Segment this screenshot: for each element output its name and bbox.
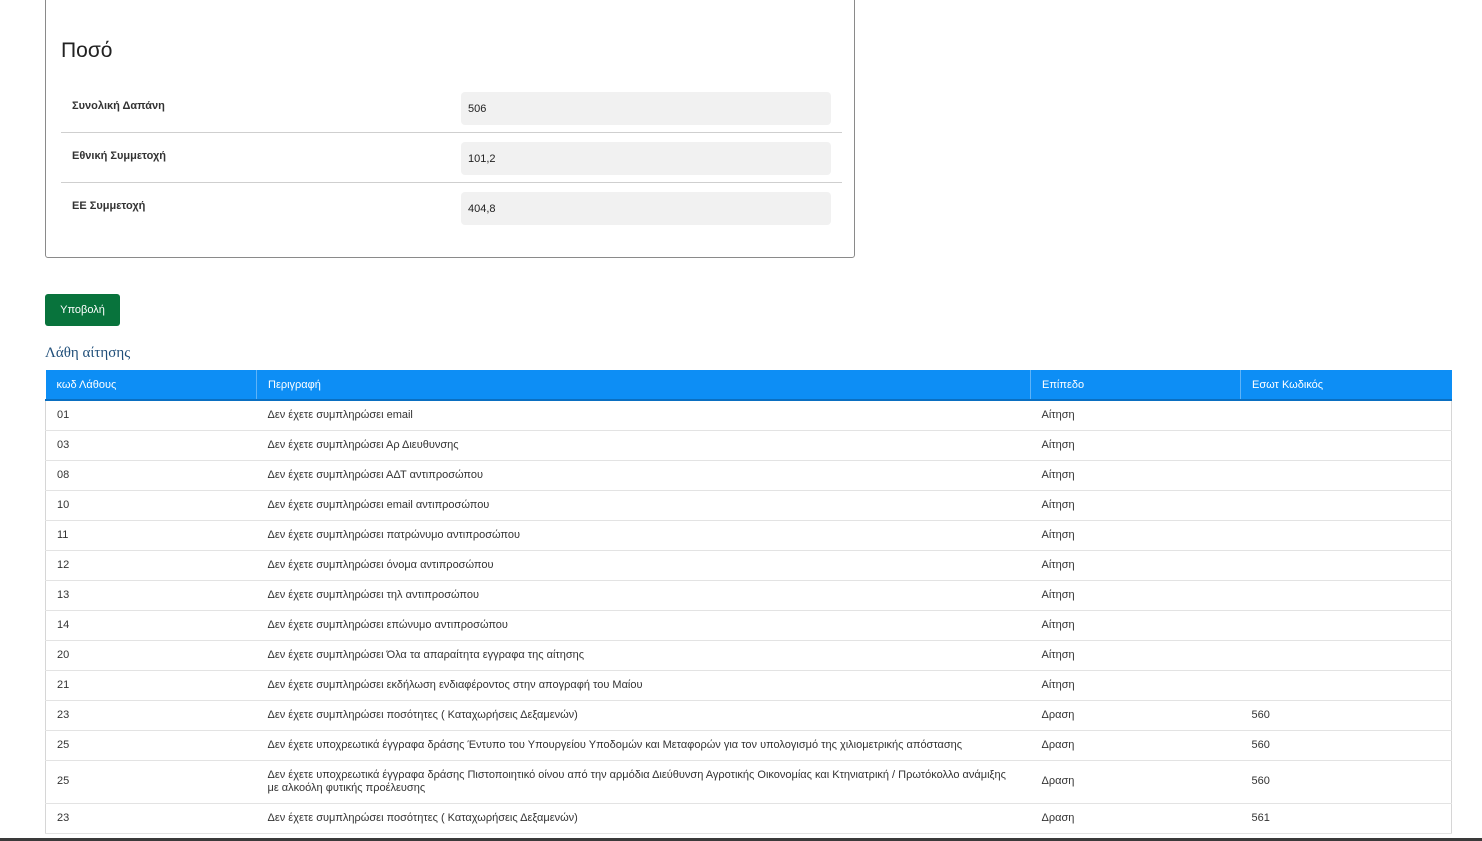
amount-panel: Ποσό Συνολική Δαπάνη Εθνική Συμμετοχή ΕΕ…: [45, 0, 855, 258]
error-code-cell: 20: [45, 640, 257, 671]
amount-title: Ποσό: [61, 39, 113, 62]
total-cost-field[interactable]: [461, 92, 831, 125]
level-cell: Αίτηση: [1030, 460, 1241, 491]
internal-code-cell: [1240, 610, 1452, 641]
description-cell: Δεν έχετε συμπληρώσει τηλ αντιπροσώπου: [256, 580, 1031, 611]
description-cell: Δεν έχετε συμπληρώσει πατρώνυμο αντιπροσ…: [256, 520, 1031, 551]
table-row: 25 Δεν έχετε υποχρεωτικά έγγραφα δράσης …: [45, 730, 1452, 761]
table-row: 14 Δεν έχετε συμπληρώσει επώνυμο αντιπρο…: [45, 610, 1452, 641]
error-code-cell: 21: [45, 670, 257, 701]
eu-share-field[interactable]: [461, 192, 831, 225]
table-row: 01 Δεν έχετε συμπληρώσει email Αίτηση: [45, 400, 1452, 431]
level-cell: Αίτηση: [1030, 490, 1241, 521]
error-code-cell: 08: [45, 460, 257, 491]
error-code-cell: 11: [45, 520, 257, 551]
level-cell: Αίτηση: [1030, 670, 1241, 701]
table-row: 03 Δεν έχετε συμπληρώσει Αρ Διευθυνσης Α…: [45, 430, 1452, 461]
internal-code-cell: 560: [1240, 760, 1452, 804]
internal-code-cell: [1240, 520, 1452, 551]
internal-code-cell: [1240, 460, 1452, 491]
level-cell: Δραση: [1030, 700, 1241, 731]
amount-label: Εθνική Συμμετοχή: [72, 150, 167, 162]
description-cell: Δεν έχετε συμπληρώσει Όλα τα απαραίτητα …: [256, 640, 1031, 671]
level-cell: Αίτηση: [1030, 580, 1241, 611]
table-row: 21 Δεν έχετε συμπληρώσει εκδήλωση ενδιαφ…: [45, 670, 1452, 701]
internal-code-cell: 561: [1240, 803, 1452, 834]
error-code-cell: 01: [45, 400, 257, 431]
level-cell: Αίτηση: [1030, 520, 1241, 551]
level-cell: Αίτηση: [1030, 400, 1241, 431]
error-code-cell: 23: [45, 700, 257, 731]
error-code-cell: 12: [45, 550, 257, 581]
column-header-internal-code[interactable]: Εσωτ Κωδικός: [1240, 370, 1452, 401]
level-cell: Αίτηση: [1030, 640, 1241, 671]
description-cell: Δεν έχετε συμπληρώσει ΑΔΤ αντιπροσώπου: [256, 460, 1031, 491]
amount-row-eu-share: ΕΕ Συμμετοχή: [61, 183, 842, 233]
column-header-level[interactable]: Επίπεδο: [1030, 370, 1241, 401]
submit-button[interactable]: Υποβολή: [45, 294, 120, 326]
level-cell: Δραση: [1030, 730, 1241, 761]
table-row: 10 Δεν έχετε συμπληρώσει email αντιπροσώ…: [45, 490, 1452, 521]
table-row: 20 Δεν έχετε συμπληρώσει Όλα τα απαραίτη…: [45, 640, 1452, 671]
internal-code-cell: [1240, 550, 1452, 581]
amount-row-national-share: Εθνική Συμμετοχή: [61, 133, 842, 183]
error-code-cell: 25: [45, 730, 257, 761]
level-cell: Δραση: [1030, 760, 1241, 804]
table-row: 23 Δεν έχετε συμπληρώσει ποσότητες ( Κατ…: [45, 803, 1452, 834]
table-row: 11 Δεν έχετε συμπληρώσει πατρώνυμο αντιπ…: [45, 520, 1452, 551]
error-code-cell: 25: [45, 760, 257, 804]
errors-table: κωδ Λάθους Περιγραφή Επίπεδο Εσωτ Κωδικό…: [45, 370, 1452, 834]
level-cell: Αίτηση: [1030, 610, 1241, 641]
description-cell: Δεν έχετε συμπληρώσει email: [256, 400, 1031, 431]
description-cell: Δεν έχετε συμπληρώσει επώνυμο αντιπροσώπ…: [256, 610, 1031, 641]
level-cell: Αίτηση: [1030, 430, 1241, 461]
level-cell: Αίτηση: [1030, 550, 1241, 581]
internal-code-cell: 560: [1240, 700, 1452, 731]
table-header-row: κωδ Λάθους Περιγραφή Επίπεδο Εσωτ Κωδικό…: [45, 370, 1452, 401]
amount-label: ΕΕ Συμμετοχή: [72, 200, 146, 212]
description-cell: Δεν έχετε συμπληρώσει όνομα αντιπροσώπου: [256, 550, 1031, 581]
description-cell: Δεν έχετε υποχρεωτικά έγγραφα δράσης Πισ…: [256, 760, 1031, 804]
column-header-description[interactable]: Περιγραφή: [256, 370, 1031, 401]
internal-code-cell: [1240, 400, 1452, 431]
internal-code-cell: [1240, 430, 1452, 461]
internal-code-cell: 560: [1240, 730, 1452, 761]
description-cell: Δεν έχετε συμπληρώσει Αρ Διευθυνσης: [256, 430, 1031, 461]
error-code-cell: 14: [45, 610, 257, 641]
description-cell: Δεν έχετε συμπληρώσει email αντιπροσώπου: [256, 490, 1031, 521]
level-cell: Δραση: [1030, 803, 1241, 834]
errors-title: Λάθη αίτησης: [45, 345, 131, 361]
description-cell: Δεν έχετε υποχρεωτικά έγγραφα δράσης Έντ…: [256, 730, 1031, 761]
description-cell: Δεν έχετε συμπληρώσει ποσότητες ( Καταχω…: [256, 700, 1031, 731]
internal-code-cell: [1240, 490, 1452, 521]
internal-code-cell: [1240, 670, 1452, 701]
national-share-field[interactable]: [461, 142, 831, 175]
amount-row-total-cost: Συνολική Δαπάνη: [61, 83, 842, 133]
error-code-cell: 23: [45, 803, 257, 834]
error-code-cell: 13: [45, 580, 257, 611]
table-row: 08 Δεν έχετε συμπληρώσει ΑΔΤ αντιπροσώπο…: [45, 460, 1452, 491]
table-row: 25 Δεν έχετε υποχρεωτικά έγγραφα δράσης …: [45, 760, 1452, 804]
table-row: 13 Δεν έχετε συμπληρώσει τηλ αντιπροσώπο…: [45, 580, 1452, 611]
error-code-cell: 10: [45, 490, 257, 521]
table-row: 23 Δεν έχετε συμπληρώσει ποσότητες ( Κατ…: [45, 700, 1452, 731]
amount-label: Συνολική Δαπάνη: [72, 100, 165, 112]
internal-code-cell: [1240, 640, 1452, 671]
description-cell: Δεν έχετε συμπληρώσει ποσότητες ( Καταχω…: [256, 803, 1031, 834]
column-header-error-code[interactable]: κωδ Λάθους: [45, 370, 257, 401]
internal-code-cell: [1240, 580, 1452, 611]
error-code-cell: 03: [45, 430, 257, 461]
table-row: 12 Δεν έχετε συμπληρώσει όνομα αντιπροσώ…: [45, 550, 1452, 581]
description-cell: Δεν έχετε συμπληρώσει εκδήλωση ενδιαφέρο…: [256, 670, 1031, 701]
